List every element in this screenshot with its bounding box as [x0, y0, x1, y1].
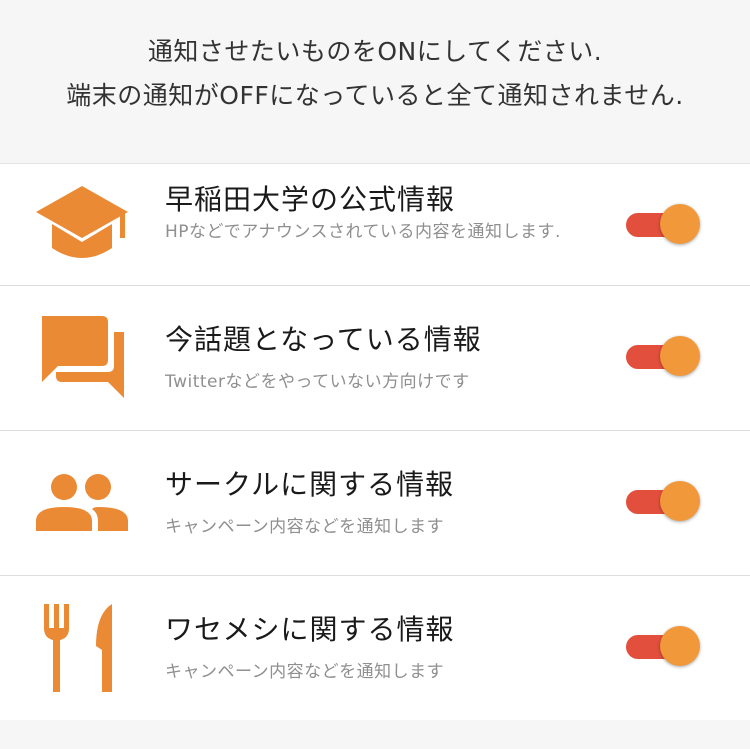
trending-info-toggle[interactable] — [626, 334, 701, 378]
official-info-toggle[interactable] — [626, 202, 701, 246]
wasemeshi-info-toggle[interactable] — [626, 624, 701, 668]
setting-description: キャンペーン内容などを通知します — [165, 662, 445, 682]
instructions-header: 通知させたいものをONにしてください. 端末の通知がOFFになっていると全て通知… — [0, 0, 750, 163]
footer-spacer — [0, 720, 750, 749]
setting-row-official-info: 早稲田大学の公式情報 HPなどでアナウンスされている内容を通知します. — [0, 164, 750, 286]
setting-title: サークルに関する情報 — [165, 468, 455, 501]
toggle-knob — [660, 336, 700, 376]
chat-bubbles-icon — [32, 308, 132, 408]
toggle-knob — [660, 626, 700, 666]
toggle-knob — [660, 481, 700, 521]
notification-settings-list: 早稲田大学の公式情報 HPなどでアナウンスされている内容を通知します. 今話題と… — [0, 163, 750, 721]
instructions-line-1: 通知させたいものをONにしてください. — [147, 37, 603, 66]
setting-title: 今話題となっている情報 — [165, 323, 482, 356]
setting-row-wasemeshi-info: ワセメシに関する情報 キャンペーン内容などを通知します — [0, 576, 750, 721]
fork-knife-icon — [32, 600, 132, 700]
setting-row-circle-info: サークルに関する情報 キャンペーン内容などを通知します — [0, 431, 750, 576]
setting-row-trending-info: 今話題となっている情報 Twitterなどをやっていない方向けです — [0, 286, 750, 431]
circle-info-toggle[interactable] — [626, 479, 701, 523]
toggle-knob — [660, 204, 700, 244]
instructions-line-2: 端末の通知がOFFになっていると全て通知されません. — [66, 81, 684, 110]
graduation-cap-icon — [32, 176, 132, 276]
setting-description: キャンペーン内容などを通知します — [165, 517, 445, 537]
setting-title: ワセメシに関する情報 — [165, 613, 455, 646]
setting-description: HPなどでアナウンスされている内容を通知します. — [165, 222, 561, 242]
setting-description: Twitterなどをやっていない方向けです — [165, 372, 470, 392]
group-icon — [32, 451, 132, 551]
setting-title: 早稲田大学の公式情報 — [165, 183, 456, 216]
